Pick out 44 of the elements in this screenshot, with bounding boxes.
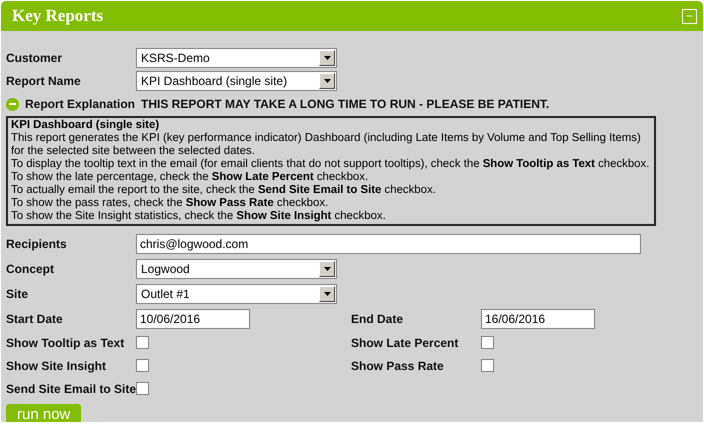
field-label: Report Name xyxy=(6,74,81,88)
explanation-heading: KPI Dashboard (single site) xyxy=(11,119,160,132)
dropdown-arrow-button[interactable] xyxy=(319,72,335,88)
dropdown-field[interactable]: KSRS-Demo xyxy=(136,48,337,68)
section-label: Report Explanation xyxy=(25,96,136,113)
checkbox[interactable] xyxy=(481,336,494,349)
caret-down-icon xyxy=(324,78,330,82)
panel-title: Key Reports xyxy=(12,5,104,28)
caret-down-icon xyxy=(324,266,330,270)
input-field[interactable]: 10/06/2016 xyxy=(136,308,250,328)
caret-down-icon xyxy=(324,292,330,296)
field-label: Show Tooltip as Text xyxy=(6,336,124,350)
checkbox[interactable] xyxy=(136,382,149,395)
field-label: Show Pass Rate xyxy=(351,358,444,372)
field-label: Customer xyxy=(6,50,62,64)
dropdown-arrow-button[interactable] xyxy=(319,286,335,302)
explanation-text: To actually email the report to the site, check the Send Site Email to Site checkbox. xyxy=(11,184,437,197)
explanation-text: To display the tooltip text in the email (for email clients that do not support tooltips), check the Show Tooltip as Text checkbox. xyxy=(11,158,650,171)
dropdown-arrow-button[interactable] xyxy=(319,50,335,66)
field-label: Show Late Percent xyxy=(351,336,458,350)
input-field[interactable]: 16/06/2016 xyxy=(481,308,595,328)
field-label: Start Date xyxy=(6,312,63,326)
dropdown-field[interactable]: Logwood xyxy=(136,258,337,278)
caret-down-icon xyxy=(324,56,330,60)
explanation-text: To show the late percentage, check the Show Late Percent checkbox. xyxy=(11,171,370,184)
field-label: Show Site Insight xyxy=(6,358,106,372)
explanation-text: This report generates the KPI (key performance indicator) Dashboard (including Late Items by Volume and Top Selling Items) xyxy=(11,132,642,145)
field-label: Recipients xyxy=(6,236,67,250)
field-label: Site xyxy=(6,286,28,300)
checkbox[interactable] xyxy=(481,359,494,372)
field-label: End Date xyxy=(351,312,404,326)
field-label: Send Site Email to Site xyxy=(6,382,136,396)
input-field[interactable]: chris@logwood.com xyxy=(136,234,641,254)
explanation-text: To show the pass rates, check the Show Pass Rate checkbox. xyxy=(11,197,330,210)
checkbox[interactable] xyxy=(136,336,149,349)
collapse-toggle-button[interactable] xyxy=(6,98,19,110)
dropdown-field[interactable]: KPI Dashboard (single site) xyxy=(136,70,337,90)
dropdown-arrow-button[interactable] xyxy=(319,260,335,276)
explanation-text: To show the Site Insight statistics, check the Show Site Insight checkbox. xyxy=(11,210,387,223)
dropdown-field[interactable]: Outlet #1 xyxy=(136,284,337,304)
field-label: Concept xyxy=(6,262,54,276)
warning-text: THIS REPORT MAY TAKE A LONG TIME TO RUN - PLEASE BE PATIENT. xyxy=(141,96,550,113)
checkbox[interactable] xyxy=(136,359,149,372)
explanation-text: for the selected site between the selected dates. xyxy=(11,145,256,158)
